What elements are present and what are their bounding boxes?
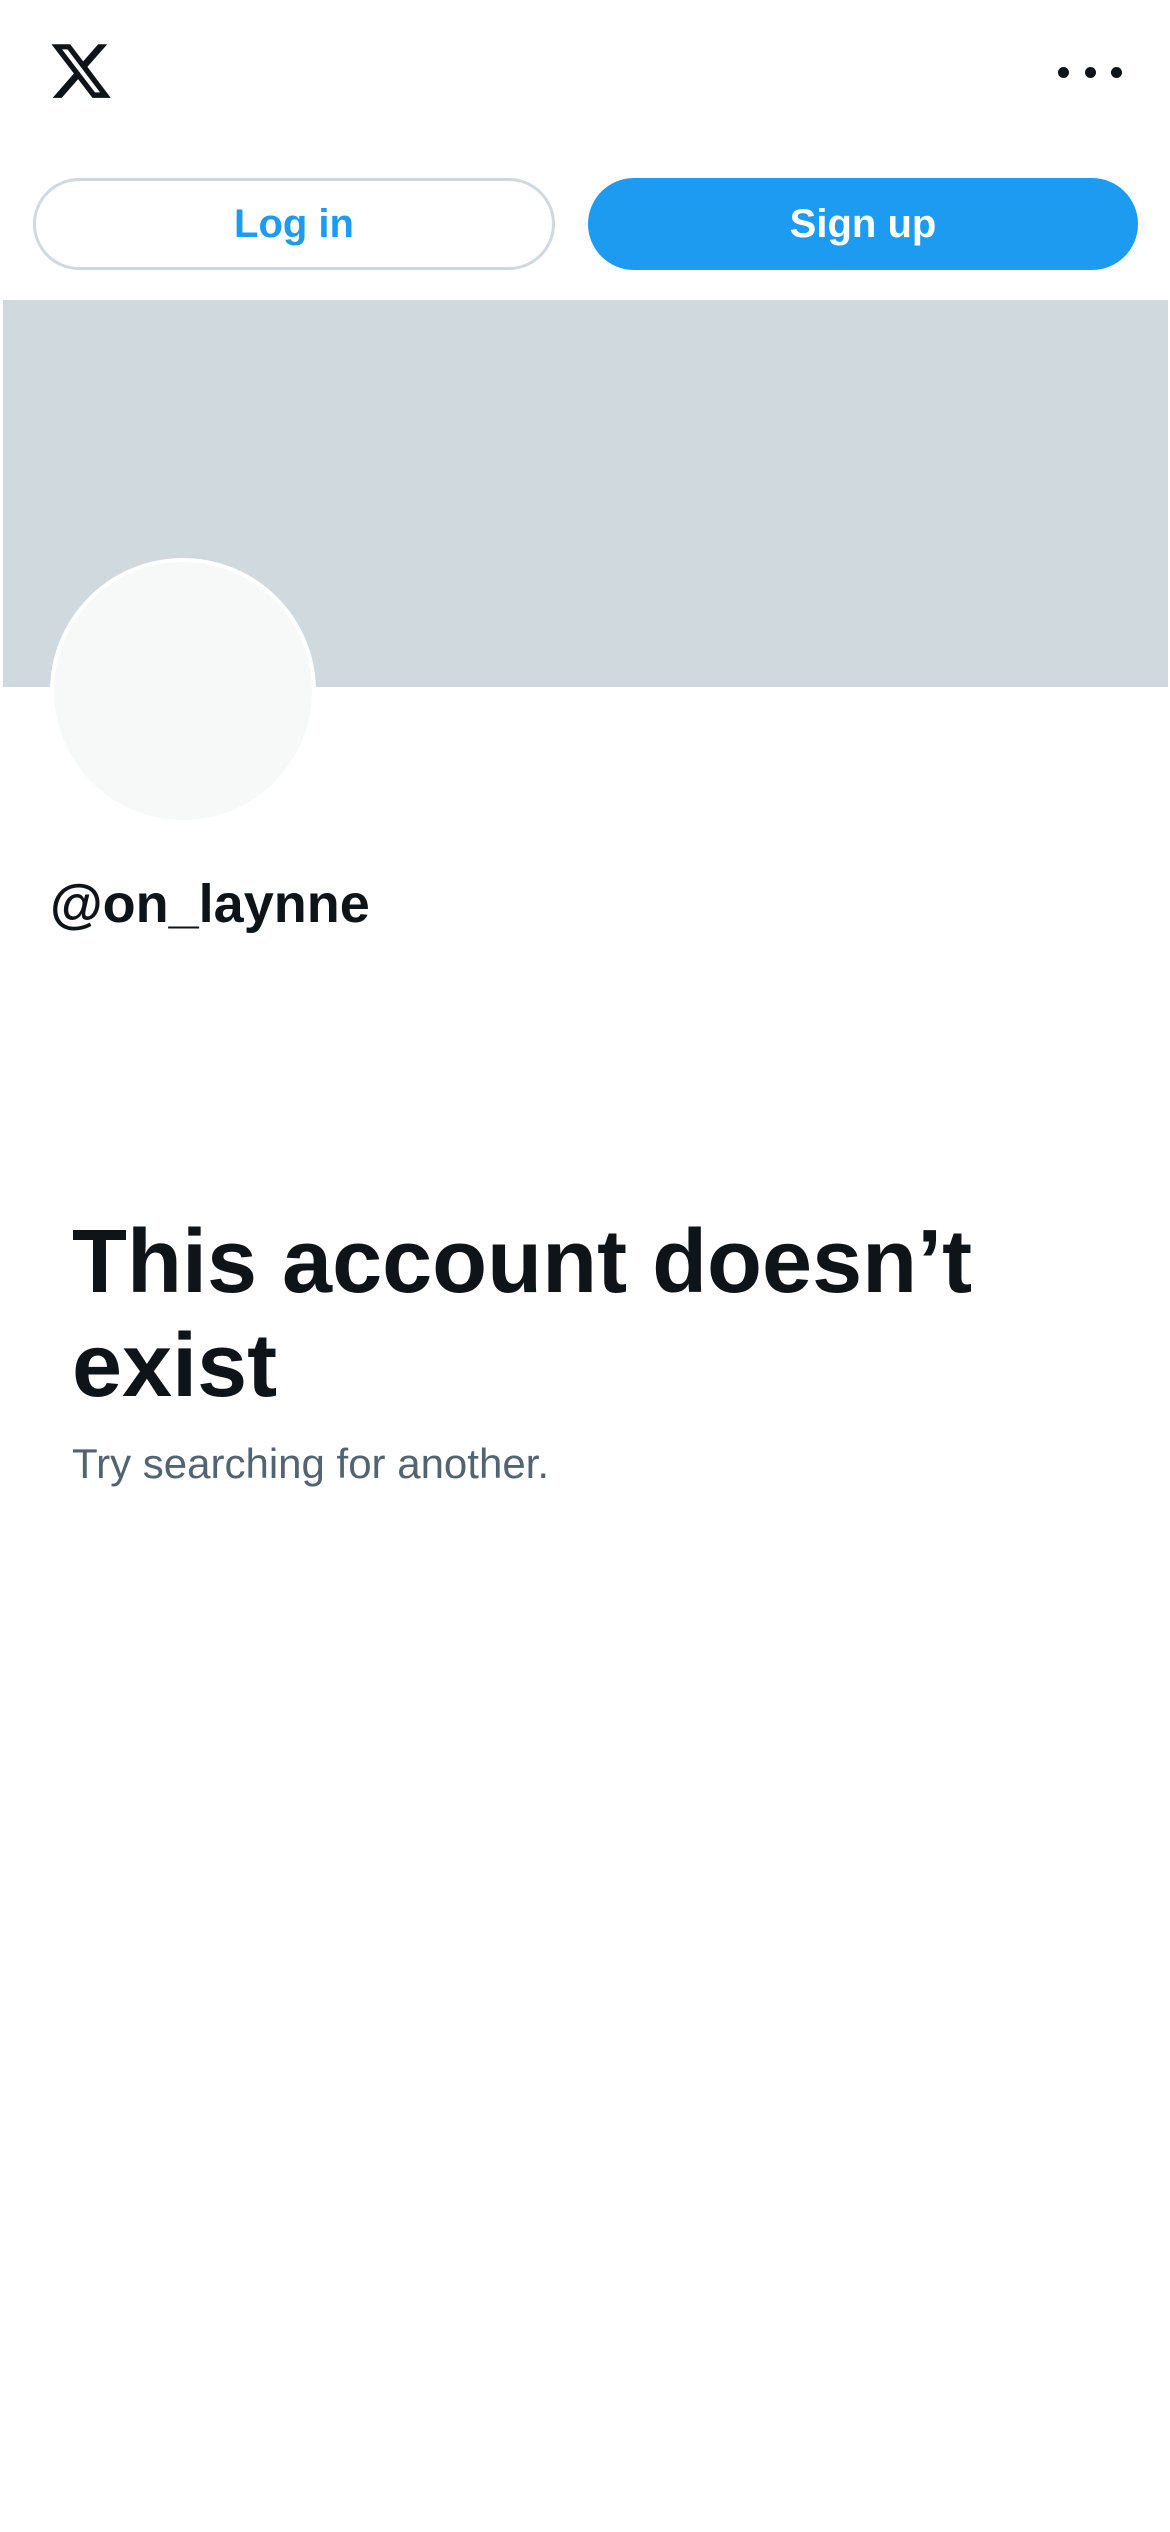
dot-icon	[1058, 66, 1069, 78]
login-button[interactable]: Log in	[33, 178, 555, 270]
auth-buttons: Log in Sign up	[0, 178, 1170, 270]
top-bar	[0, 0, 1170, 150]
empty-state: This account doesn’t exist Try searching…	[72, 1210, 1072, 1490]
signup-button[interactable]: Sign up	[588, 178, 1138, 270]
profile-handle: @on_laynne	[50, 874, 370, 934]
profile-page: Log in Sign up @on_laynne This account d…	[0, 0, 1170, 2532]
empty-state-subtitle: Try searching for another.	[72, 1440, 550, 1487]
dot-icon	[1111, 66, 1122, 78]
avatar	[50, 558, 316, 824]
more-options-button[interactable]	[1058, 56, 1122, 88]
dot-icon	[1084, 66, 1096, 78]
x-logo-icon[interactable]	[46, 38, 116, 104]
empty-state-title: This account doesn’t exist	[72, 1212, 973, 1416]
